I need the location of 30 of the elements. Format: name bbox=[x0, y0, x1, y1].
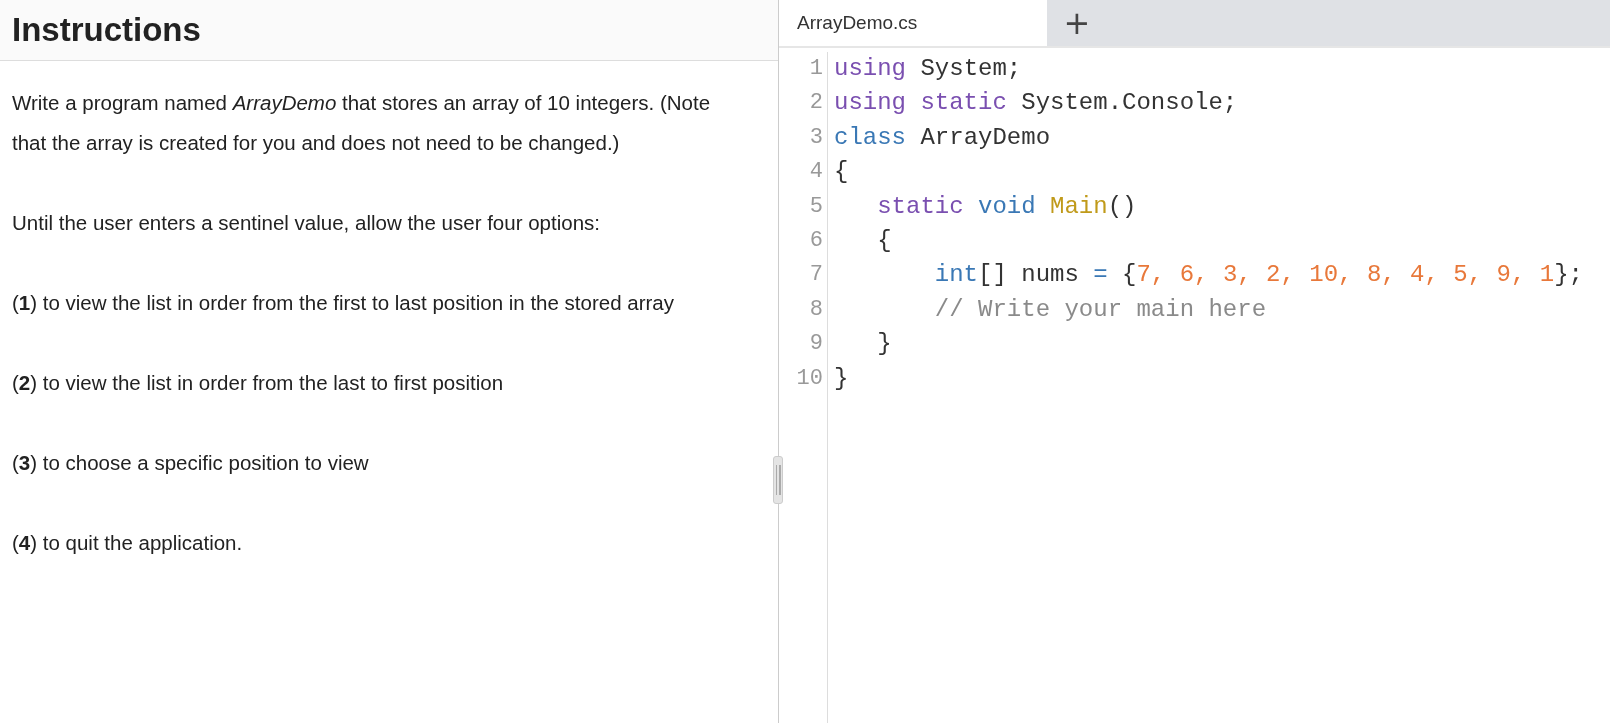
code-line: } bbox=[876, 329, 893, 360]
resize-handle[interactable] bbox=[773, 456, 783, 504]
line-number: 6 bbox=[809, 227, 823, 256]
code-line: static void Main() bbox=[876, 191, 1138, 222]
line-number: 7 bbox=[809, 261, 823, 290]
add-tab-button[interactable]: + bbox=[1047, 0, 1107, 46]
line-number: 2 bbox=[809, 89, 823, 118]
code-line: { bbox=[834, 157, 850, 188]
line-number: 1 bbox=[809, 55, 823, 83]
code-line: int[] nums = {7, 6, 3, 2, 10, 8, 4, 5, 9, 1}; bbox=[933, 260, 1583, 291]
instruction-paragraph: Write a program named ArrayDemo that stores an array of 10 integers. (Note that the array is created for you and does not need to be changed.) bbox=[12, 90, 712, 156]
code-line: using static System.Console; bbox=[834, 88, 1239, 119]
line-number: 10 bbox=[796, 364, 823, 393]
code-line: { bbox=[876, 226, 893, 257]
instruction-paragraph: Until the user enters a sentinel value, allow the user four options: bbox=[12, 210, 601, 236]
instruction-paragraph: (3) to choose a specific position to view bbox=[12, 450, 370, 476]
line-number: 9 bbox=[809, 330, 823, 359]
line-number: 4 bbox=[809, 158, 823, 187]
instruction-paragraph: (1) to view the list in order from the first to last position in the stored array bbox=[12, 290, 675, 316]
line-number: 5 bbox=[809, 192, 823, 221]
file-tab[interactable]: ArrayDemo.cs bbox=[779, 0, 1047, 46]
line-number: 8 bbox=[809, 295, 823, 324]
instruction-paragraph: (4) to quit the application. bbox=[12, 530, 244, 556]
code-line: using System; bbox=[834, 54, 1023, 84]
code-line: } bbox=[834, 363, 850, 394]
instructions-title: Instructions bbox=[12, 11, 201, 49]
code-line: class ArrayDemo bbox=[834, 122, 1052, 153]
instruction-paragraph: (2) to view the list in order from the last to first position bbox=[12, 370, 505, 396]
line-number: 3 bbox=[809, 123, 823, 152]
code-line: // Write your main here bbox=[933, 294, 1268, 325]
